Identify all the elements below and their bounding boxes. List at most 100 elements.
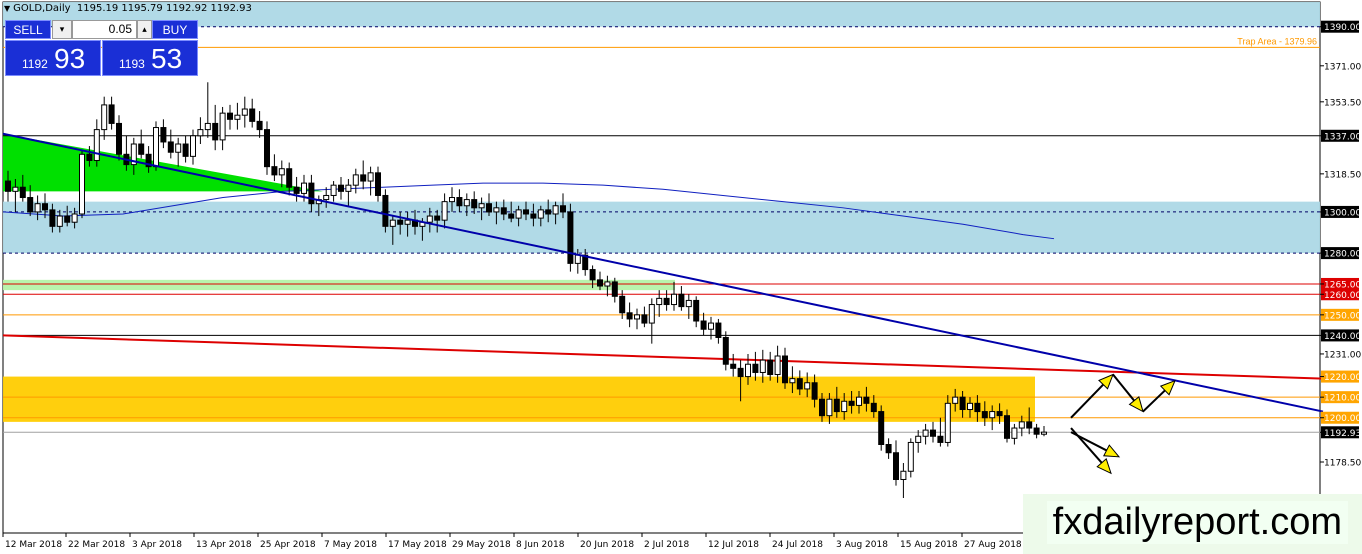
candle-body — [930, 429, 936, 437]
candle-body — [996, 411, 1003, 417]
lot-dropdown-icon[interactable]: ▾ — [52, 20, 72, 39]
price-label: 1220.00 — [1324, 373, 1361, 383]
candle-body — [774, 355, 781, 376]
candle-body — [870, 402, 877, 413]
candle-body — [426, 215, 433, 223]
candle-body — [375, 172, 381, 196]
candle-body — [249, 108, 256, 122]
candle-body — [604, 281, 611, 287]
candle-body — [759, 359, 766, 373]
candle-body — [537, 209, 544, 219]
candle-body — [678, 293, 685, 308]
candle-body — [241, 108, 248, 116]
price-label: 1178.50 — [1324, 458, 1361, 468]
sell-price-small: 1192 — [22, 57, 48, 71]
candle-body — [308, 182, 315, 205]
candle-body — [219, 112, 226, 141]
candle-body — [204, 122, 211, 131]
lot-increment-icon[interactable]: ▴ — [137, 20, 152, 39]
candle-body — [567, 211, 574, 264]
candle-body — [811, 382, 818, 400]
candle-body — [952, 396, 959, 404]
time-label: 12 Mar 2018 — [5, 540, 62, 550]
candle-body — [530, 213, 537, 219]
candle-body — [101, 104, 108, 131]
candle-body — [389, 219, 396, 227]
candle-body — [493, 207, 500, 213]
candle-body — [508, 213, 515, 219]
price-label: 1371.00 — [1324, 62, 1361, 72]
candle-body — [597, 279, 603, 287]
candle-body — [782, 355, 788, 384]
candle-body — [1011, 427, 1018, 439]
candle-body — [715, 322, 722, 338]
candle-body — [153, 127, 159, 168]
candle-body — [286, 168, 293, 188]
candle-body — [893, 452, 899, 480]
candle-body — [589, 269, 596, 281]
candle-body — [5, 180, 11, 192]
time-label: 15 Aug 2018 — [900, 540, 958, 550]
candle-body — [212, 122, 219, 141]
time-label: 3 Aug 2018 — [836, 540, 888, 550]
candle-body — [486, 203, 492, 213]
sell-price-big: 93 — [54, 43, 86, 74]
candle-body — [671, 293, 677, 306]
candle-body — [93, 129, 100, 161]
candle-body — [900, 470, 907, 480]
candle-body — [974, 402, 981, 413]
candle-body — [34, 203, 41, 213]
buy-button[interactable]: BUY — [152, 20, 198, 39]
candle-body — [108, 104, 115, 124]
candle-body — [456, 197, 463, 207]
candle-body — [722, 336, 729, 365]
sell-price-box[interactable]: 1192 93 — [5, 40, 101, 76]
plot-area — [2, 1, 1321, 534]
candle-body — [745, 363, 751, 378]
triangle-down-icon: ▼ — [4, 4, 11, 13]
zone-light_green — [3, 279, 675, 291]
time-label: 29 May 2018 — [452, 540, 511, 550]
candle-body — [833, 398, 840, 413]
candle-body — [79, 153, 85, 215]
time-label: 12 Jul 2018 — [708, 540, 759, 550]
candle-body — [197, 129, 204, 137]
candle-body — [944, 402, 951, 443]
candle-body — [64, 215, 71, 223]
time-label: 2 Jul 2018 — [644, 540, 689, 550]
candle-body — [626, 312, 633, 320]
candle-body — [434, 215, 441, 221]
candle-body — [1033, 427, 1040, 435]
candle-body — [1004, 415, 1010, 439]
candle-body — [552, 205, 559, 215]
price-label: 1210.00 — [1324, 394, 1361, 404]
candle-body — [693, 299, 700, 322]
one-click-trading-panel: SELL ▾ 0.05 ▴ BUY 1192 93 1193 53 — [5, 20, 198, 76]
candle-body — [752, 363, 759, 373]
sell-button[interactable]: SELL — [5, 20, 51, 39]
time-label: 22 Mar 2018 — [68, 540, 125, 550]
candle-body — [227, 112, 233, 120]
price-label: 1231.00 — [1324, 350, 1361, 360]
candle-body — [397, 219, 404, 225]
time-label: 17 May 2018 — [388, 540, 447, 550]
candle-body — [863, 396, 870, 404]
candle-body — [330, 184, 337, 196]
candle-body — [515, 209, 522, 219]
candle-body — [138, 143, 145, 155]
lot-size-input[interactable]: 0.05 — [72, 20, 137, 39]
price-label: 1300.00 — [1324, 208, 1361, 218]
candle-body — [338, 184, 344, 192]
candle-body — [500, 207, 507, 215]
candle-body — [663, 297, 670, 306]
time-label: 24 Jul 2018 — [772, 540, 823, 550]
price-label: 1390.00 — [1324, 23, 1361, 33]
candle-body — [160, 127, 167, 143]
candle-body — [49, 209, 56, 227]
price-label: 1318.50 — [1324, 170, 1361, 180]
candle-body — [545, 209, 552, 215]
buy-price-box[interactable]: 1193 53 — [102, 40, 198, 76]
price-label: 1337.00 — [1324, 132, 1361, 142]
candle-body — [167, 141, 174, 153]
candle-body — [841, 400, 848, 413]
